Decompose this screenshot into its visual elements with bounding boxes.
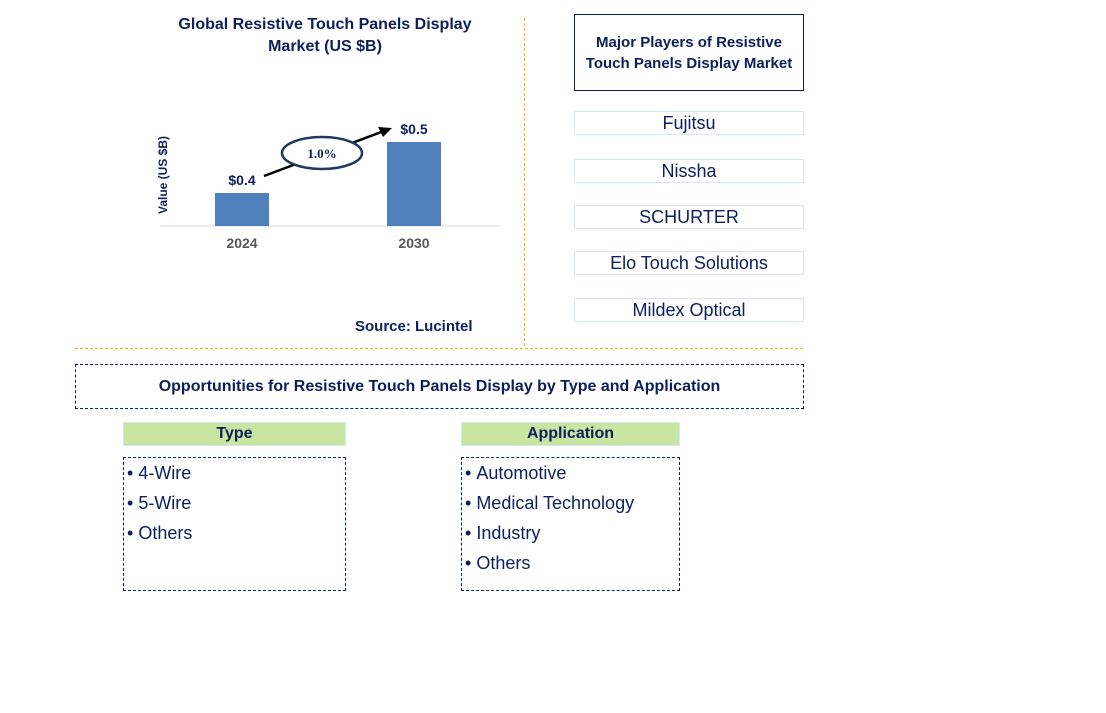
horizontal-divider (75, 348, 803, 349)
type-item-label: Others (138, 523, 193, 543)
bar-2030 (387, 142, 441, 226)
data-label-2030: $0.5 (400, 121, 427, 137)
bullet-icon: • (465, 463, 472, 483)
player-item: Elo Touch Solutions (574, 251, 804, 275)
player-item: SCHURTER (574, 205, 804, 229)
bar-2024 (215, 193, 269, 226)
bar-chart: Value (US $B) $0.4 2024 $0.5 2030 1.0% (156, 121, 500, 251)
application-item: • Automotive (462, 458, 679, 488)
player-item: Nissha (574, 159, 804, 183)
vertical-divider (524, 18, 525, 346)
x-tick-label-2024: 2024 (226, 235, 257, 251)
type-item: • 5-Wire (124, 488, 345, 518)
x-tick-label-2030: 2030 (398, 235, 429, 251)
bullet-icon: • (465, 553, 472, 573)
chart-title-line-2: Market (US $B) (268, 38, 382, 55)
opportunities-title: Opportunities for Resistive Touch Panels… (75, 364, 804, 409)
application-item: • Medical Technology (462, 488, 679, 518)
players-title-text: Major Players of Resistive Touch Panels … (585, 33, 793, 72)
cagr-label: 1.0% (307, 146, 336, 161)
type-header: Type (123, 422, 346, 446)
opportunities-title-text: Opportunities for Resistive Touch Panels… (158, 377, 721, 395)
type-list: • 4-Wire • 5-Wire • Others (123, 457, 346, 591)
bullet-icon: • (127, 523, 134, 543)
bullet-icon: • (127, 463, 134, 483)
application-item-label: Others (476, 553, 531, 573)
chart-title-line-1: Global Resistive Touch Panels Display (178, 16, 472, 33)
data-label-2024: $0.4 (228, 172, 255, 188)
bullet-icon: • (465, 523, 472, 543)
application-header: Application (461, 422, 680, 446)
type-item: • Others (124, 518, 345, 548)
application-item-label: Medical Technology (476, 493, 635, 513)
application-item: • Others (462, 548, 679, 578)
application-item: • Industry (462, 518, 679, 548)
type-item: • 4-Wire (124, 458, 345, 488)
type-item-label: 4-Wire (138, 463, 192, 483)
type-item-label: 5-Wire (138, 493, 192, 513)
y-axis-label: Value (US $B) (156, 136, 170, 214)
application-item-label: Industry (476, 523, 541, 543)
player-item: Fujitsu (574, 111, 804, 135)
bullet-icon: • (465, 493, 472, 513)
players-title: Major Players of Resistive Touch Panels … (574, 14, 804, 91)
application-item-label: Automotive (476, 463, 567, 483)
application-list: • Automotive • Medical Technology • Industr… (461, 457, 680, 591)
source-label: Source: Lucintel (355, 318, 473, 335)
player-item: Mildex Optical (574, 298, 804, 322)
bullet-icon: • (127, 493, 134, 513)
chart-title: Global Resistive Touch Panels Display Ma… (150, 14, 500, 58)
